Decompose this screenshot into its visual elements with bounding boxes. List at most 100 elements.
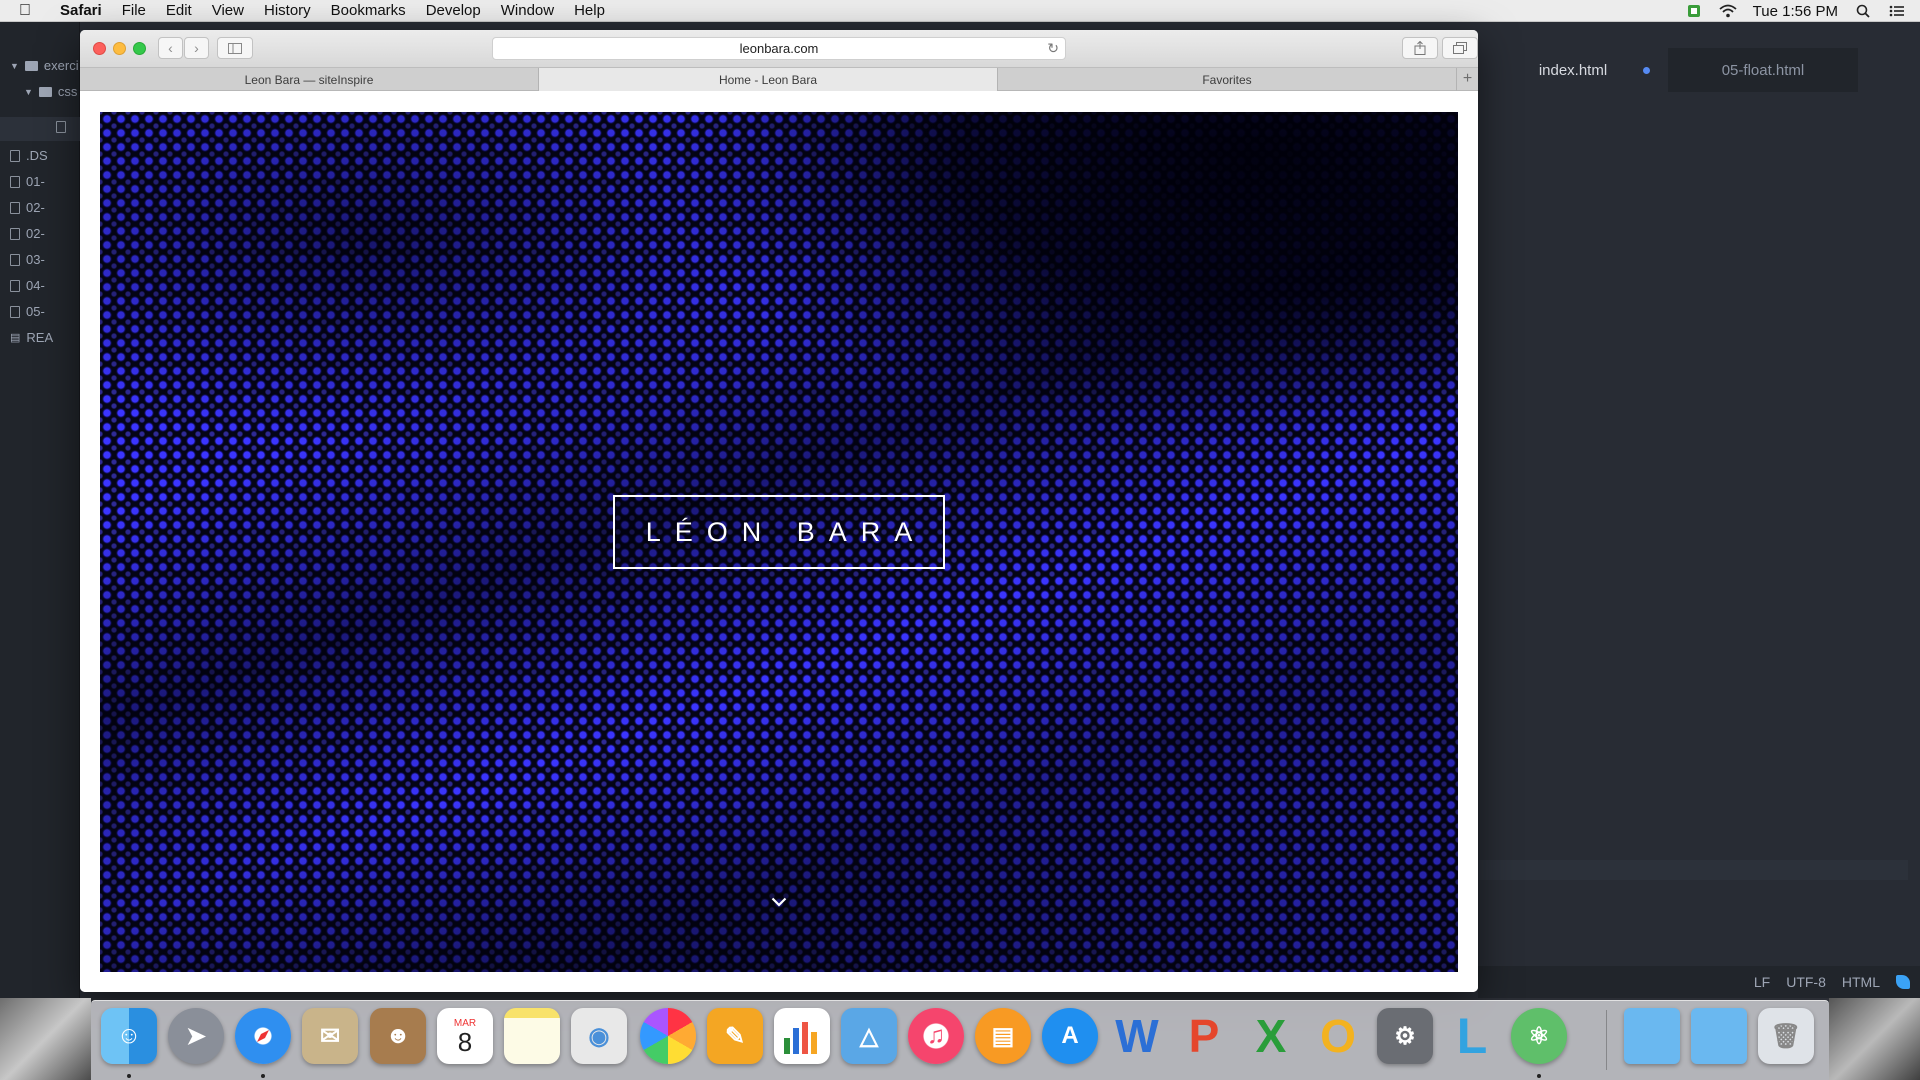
safari-compass-icon[interactable] (235, 1008, 291, 1064)
lync-icon[interactable]: L (1444, 1008, 1500, 1064)
browser-tab-favorites[interactable]: Favorites (998, 68, 1457, 91)
safari-toolbar: ‹ › leonbara.com ↻ (80, 30, 1478, 68)
window-fullscreen-button[interactable] (133, 42, 146, 55)
menu-bar:  Safari File Edit View History Bookmark… (0, 0, 1920, 22)
line-ending-indicator[interactable]: LF (1754, 974, 1770, 990)
editor-cursor-line (1478, 860, 1908, 880)
chevron-right-icon: › (194, 40, 199, 56)
menubar-clock[interactable]: Tue 1:56 PM (1753, 3, 1838, 20)
notification-center-icon[interactable] (1888, 4, 1906, 18)
spotlight-search-icon[interactable] (1854, 4, 1872, 18)
calendar-icon[interactable]: MAR 8 (437, 1008, 493, 1064)
browser-tab-siteinspire[interactable]: Leon Bara — siteInspire (80, 68, 539, 91)
tree-file-02b[interactable]: 02- (10, 226, 45, 241)
file-icon (10, 253, 20, 266)
file-icon (10, 175, 20, 188)
back-button[interactable]: ‹ (158, 37, 183, 59)
tree-file-ds-store[interactable]: .DS (10, 148, 48, 163)
address-bar[interactable]: leonbara.com ↻ (492, 37, 1066, 60)
project-tree: ▼ exerci ▼ css .DS 01- 02- 02- 03- 04- 05-… (0, 22, 80, 998)
share-button[interactable] (1402, 37, 1438, 59)
finder-icon[interactable]: ☺ (101, 1008, 157, 1064)
chevron-down-icon (771, 897, 787, 907)
tree-folder-root[interactable]: ▼ exerci (10, 58, 79, 73)
editor-tab-index[interactable]: index.html (1478, 48, 1668, 92)
running-indicator (1537, 1074, 1541, 1078)
excel-icon[interactable]: X (1243, 1008, 1299, 1064)
maps-icon[interactable]: ◉ (571, 1008, 627, 1064)
folder-icon[interactable] (1691, 1008, 1747, 1064)
grammar-indicator[interactable]: HTML (1842, 974, 1880, 990)
new-tab-button[interactable]: + (1457, 68, 1478, 90)
tree-file-02a[interactable]: 02- (10, 200, 45, 215)
file-icon (10, 227, 20, 240)
menu-develop[interactable]: Develop (416, 2, 491, 19)
launchpad-icon[interactable]: ➤ (168, 1008, 224, 1064)
scroll-down-button[interactable] (766, 892, 792, 912)
tree-file-04[interactable]: 04- (10, 278, 45, 293)
contacts-icon[interactable]: ☻ (370, 1008, 426, 1064)
menu-view[interactable]: View (202, 2, 254, 19)
file-icon (10, 279, 20, 292)
hero-section: LÉON BARA (100, 112, 1458, 972)
menu-file[interactable]: File (112, 2, 156, 19)
wifi-icon[interactable] (1719, 4, 1737, 18)
apple-menu-icon[interactable]:  (0, 2, 50, 20)
keynote-icon[interactable]: △ (841, 1008, 897, 1064)
folder-icon[interactable] (1624, 1008, 1680, 1064)
sidebar-toggle-button[interactable] (217, 37, 253, 59)
tree-folder-css[interactable]: ▼ css (24, 84, 77, 99)
menu-window[interactable]: Window (491, 2, 564, 19)
system-preferences-gear-icon[interactable]: ⚙ (1377, 1008, 1433, 1064)
tabs-overview-icon (1453, 42, 1467, 54)
menu-history[interactable]: History (254, 2, 321, 19)
site-logo[interactable]: LÉON BARA (613, 495, 945, 569)
app-store-icon[interactable]: A (1042, 1008, 1098, 1064)
show-all-tabs-button[interactable] (1442, 37, 1478, 59)
numbers-chart-icon[interactable] (774, 1008, 830, 1064)
desktop-wallpaper-right (1829, 998, 1920, 1080)
menu-edit[interactable]: Edit (156, 2, 202, 19)
atom-icon[interactable]: ⚛ (1511, 1008, 1567, 1064)
battery-app-icon[interactable] (1685, 4, 1703, 18)
share-icon (1414, 41, 1426, 55)
tree-file-readme[interactable]: ▤ REA (10, 330, 53, 345)
browser-tab-home-leon-bara[interactable]: Home - Leon Bara (539, 68, 998, 91)
web-content: LÉON BARA (80, 92, 1478, 992)
sidebar-icon (228, 42, 242, 54)
editor-tab-05-float[interactable]: 05-float.html (1668, 48, 1858, 92)
window-close-button[interactable] (93, 42, 106, 55)
menu-bookmarks[interactable]: Bookmarks (321, 2, 416, 19)
itunes-music-icon[interactable]: ♫ (908, 1008, 964, 1064)
outlook-icon[interactable]: O (1310, 1008, 1366, 1064)
twitter-bird-icon[interactable] (1896, 975, 1910, 989)
encoding-indicator[interactable]: UTF-8 (1786, 974, 1826, 990)
folder-icon (24, 60, 38, 71)
window-minimize-button[interactable] (113, 42, 126, 55)
tree-file-03[interactable]: 03- (10, 252, 45, 267)
url-text: leonbara.com (739, 41, 819, 56)
reload-icon[interactable]: ↻ (1047, 40, 1059, 57)
dock-separator (1606, 1010, 1607, 1070)
tree-file-05[interactable]: 05- (10, 304, 45, 319)
book-icon: ▤ (10, 332, 21, 344)
photos-icon[interactable] (640, 1008, 696, 1064)
file-icon (10, 149, 20, 162)
calendar-day: 8 (457, 1026, 473, 1057)
editor-status-bar: LF UTF-8 HTML (1478, 966, 1920, 998)
powerpoint-icon[interactable]: P (1176, 1008, 1232, 1064)
forward-button[interactable]: › (184, 37, 209, 59)
menu-help[interactable]: Help (564, 2, 615, 19)
running-indicator (261, 1074, 265, 1078)
file-icon (10, 201, 20, 214)
menu-app-name[interactable]: Safari (50, 2, 112, 19)
mail-stamp-icon[interactable]: ✉ (302, 1008, 358, 1064)
ibooks-icon[interactable]: ▤ (975, 1008, 1031, 1064)
modified-dot-icon (1643, 67, 1650, 74)
word-icon[interactable]: W (1109, 1008, 1165, 1064)
notes-icon[interactable] (504, 1008, 560, 1064)
trash-icon[interactable]: 🗑 (1758, 1008, 1814, 1064)
pages-icon[interactable]: ✎ (707, 1008, 763, 1064)
tree-file-01[interactable]: 01- (10, 174, 45, 189)
tree-file-css-child[interactable] (56, 121, 72, 133)
